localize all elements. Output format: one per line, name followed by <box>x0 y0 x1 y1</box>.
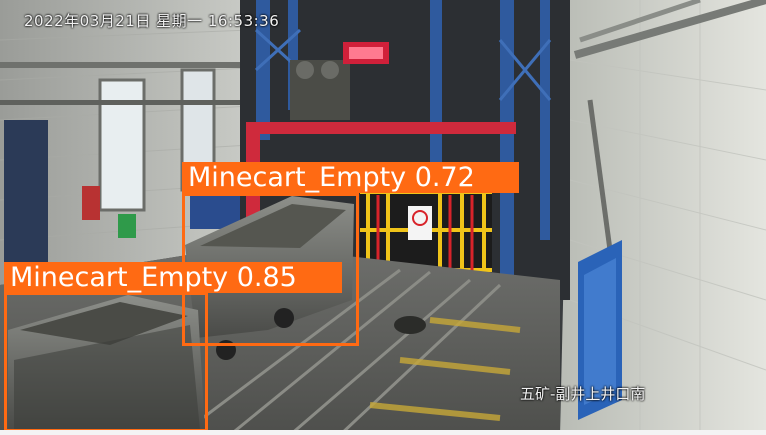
frame-bottom-border <box>0 430 766 435</box>
camera-timestamp: 2022年03月21日 星期一 16:53:36 <box>24 12 280 30</box>
detection-label-minecart-empty-072: Minecart_Empty 0.72 <box>182 162 519 193</box>
detection-label-minecart-empty-085: Minecart_Empty 0.85 <box>4 262 342 293</box>
detection-box-minecart-empty-085 <box>4 292 208 432</box>
camera-location-caption: 五矿-副井上井口南 <box>520 385 646 403</box>
